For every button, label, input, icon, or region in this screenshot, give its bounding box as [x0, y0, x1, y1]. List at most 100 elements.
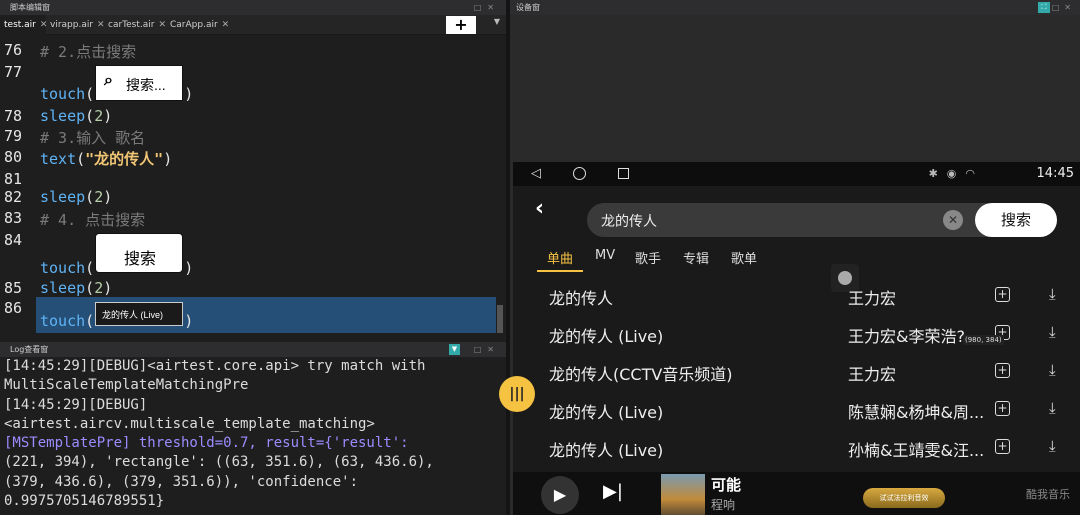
- line-number: 82: [4, 188, 23, 206]
- device-panel-title: 设备窗 ⛶ □✕: [510, 0, 1080, 15]
- editor-title-text: 脚本编辑窗: [10, 3, 50, 12]
- now-playing-title: 可能: [711, 476, 742, 494]
- tab-bar: test.air ✕ virapp.air ✕ carTest.air ✕ CarAp…: [0, 15, 506, 35]
- download-icon[interactable]: ⤓: [1049, 437, 1056, 455]
- app-window: 脚本编辑窗 □✕ test.air ✕ virapp.air ✕ carTest.a…: [0, 0, 1080, 515]
- line-number: 85: [4, 279, 23, 297]
- fullscreen-icon[interactable]: ⛶: [1038, 2, 1050, 13]
- line-number: 83: [4, 209, 23, 227]
- recents-nav-icon[interactable]: [618, 168, 629, 179]
- clear-icon[interactable]: ✕: [943, 210, 963, 230]
- template-thumbnail-search-box[interactable]: ⌕ 搜索...: [95, 65, 183, 101]
- device-title-text: 设备窗: [516, 3, 540, 12]
- tab-mv[interactable]: MV: [595, 248, 615, 263]
- song-title: 龙的传人 (Live): [549, 403, 664, 422]
- log-line: (221, 394), 'rectangle': ((63, 351.6), (…: [4, 454, 434, 471]
- search-button[interactable]: 搜索: [975, 203, 1057, 237]
- tab-songs[interactable]: 单曲: [547, 248, 573, 267]
- play-button[interactable]: ▶: [541, 476, 579, 514]
- add-icon[interactable]: +: [995, 287, 1010, 302]
- status-icons: ✱◉◠: [928, 167, 984, 180]
- line-number: 77: [4, 63, 23, 81]
- home-nav-icon[interactable]: [573, 167, 586, 180]
- chevron-down-icon[interactable]: ▼: [494, 17, 500, 26]
- log-output[interactable]: [14:45:29][DEBUG]<airtest.core.api> try …: [0, 357, 506, 515]
- add-icon[interactable]: +: [995, 401, 1010, 416]
- download-icon[interactable]: ⤓: [1049, 399, 1056, 417]
- song-title: 龙的传人: [549, 289, 614, 308]
- search-bar[interactable]: 龙的传人 ✕ 搜索: [587, 203, 1057, 237]
- close-icon[interactable]: ✕: [158, 20, 166, 30]
- template-thumbnail-song-item[interactable]: 龙的传人 (Live): [95, 302, 183, 326]
- list-item[interactable]: 龙的传人 (Live) 陈慧娴&杨坤&周... + ⤓: [513, 391, 1080, 429]
- log-line: MultiScaleTemplateMatchingPre: [4, 377, 249, 394]
- tab-albums[interactable]: 专辑: [683, 248, 709, 267]
- line-number: 80: [4, 148, 23, 166]
- log-line: [14:45:29][DEBUG]: [4, 396, 148, 413]
- tab-label: carTest.air: [108, 20, 155, 30]
- add-icon[interactable]: +: [995, 363, 1010, 378]
- download-icon[interactable]: ⤓: [1049, 361, 1056, 379]
- back-nav-icon[interactable]: ◁: [531, 166, 541, 181]
- tab-label: test.air: [4, 20, 36, 30]
- list-item[interactable]: 龙的传人(CCTV音乐频道) 王力宏 + ⤓: [513, 353, 1080, 391]
- tab-cartest-air[interactable]: carTest.air ✕: [104, 15, 166, 35]
- panel-controls[interactable]: □✕: [474, 0, 500, 15]
- voice-assistant-icon[interactable]: |||: [499, 376, 535, 412]
- close-icon[interactable]: ✕: [222, 20, 230, 30]
- download-icon[interactable]: ⤓: [1049, 323, 1056, 341]
- code-fn: touch: [40, 312, 86, 330]
- line-number: 79: [4, 127, 23, 145]
- tab-singers[interactable]: 歌手: [635, 248, 661, 267]
- list-item[interactable]: 龙的传人 (Live) 孙楠&王靖雯&汪... + ⤓: [513, 429, 1080, 467]
- android-status-bar: ◁ ✱◉◠ 14:45: [513, 162, 1080, 186]
- tab-virapp-air[interactable]: virapp.air ✕: [46, 15, 105, 35]
- code-editor[interactable]: 76 # 2.点击搜索 77 touch() ⌕ 搜索... 78 sleep(…: [0, 35, 506, 333]
- line-number: 86: [4, 299, 23, 317]
- promo-badge[interactable]: 试试法拉利音效: [863, 488, 945, 508]
- tab-label: CarApp.air: [170, 20, 218, 30]
- code-fn: sleep: [40, 188, 86, 206]
- tab-carapp-air[interactable]: CarApp.air ✕: [166, 15, 230, 35]
- code-string: "龙的传人": [85, 150, 164, 168]
- panel-controls[interactable]: □✕: [474, 342, 500, 357]
- song-artist: 王力宏: [848, 365, 897, 384]
- code-sleep-line: sleep(2): [40, 279, 113, 297]
- search-icon: ⌕: [104, 72, 113, 89]
- thumbnail-label: 龙的传人 (Live): [102, 310, 164, 320]
- code-arg: 2: [94, 188, 104, 206]
- tab-playlists[interactable]: 歌单: [731, 248, 757, 267]
- log-line: <airtest.aircv.multiscale_template_match…: [4, 415, 375, 432]
- song-title: 龙的传人(CCTV音乐频道): [549, 365, 733, 384]
- log-panel-title: Log查看窗 ▼ □✕: [0, 342, 506, 357]
- filter-icon[interactable]: ▼: [449, 344, 460, 355]
- add-icon[interactable]: +: [995, 439, 1010, 454]
- editor-panel-title: 脚本编辑窗 □✕: [0, 0, 506, 15]
- template-thumbnail-search-button[interactable]: 搜索: [95, 233, 183, 273]
- list-item[interactable]: 龙的传人 (Live) 王力宏&李荣浩? + ⤓: [513, 315, 1080, 353]
- code-comment: # 2.点击搜索: [40, 43, 137, 61]
- log-line: 0.9975705146789551}: [4, 493, 165, 510]
- code-sleep-line: sleep(2): [40, 107, 113, 125]
- code-sleep-line: sleep(2): [40, 188, 113, 206]
- code-comment: # 3.输入 歌名: [40, 129, 146, 147]
- editor-panel: 脚本编辑窗 □✕ test.air ✕ virapp.air ✕ carTest.a…: [0, 0, 506, 515]
- log-line: [MSTemplatePre] threshold=0.7, result={'…: [4, 435, 409, 452]
- next-track-icon[interactable]: ▶|: [603, 481, 623, 502]
- device-screen[interactable]: ◁ ✱◉◠ 14:45 ‹ 龙的传人 ✕ 搜索 单曲 MV 歌手 专辑 歌单 龙…: [499, 162, 1080, 515]
- list-item[interactable]: 龙的传人 王力宏 + ⤓: [513, 277, 1080, 315]
- code-arg: 2: [94, 279, 104, 297]
- line-number: 81: [4, 170, 23, 188]
- panel-controls[interactable]: □✕: [1052, 0, 1076, 15]
- search-input[interactable]: 龙的传人: [601, 211, 657, 231]
- editor-scrollbar[interactable]: [497, 305, 503, 333]
- back-arrow-icon[interactable]: ‹: [535, 196, 544, 221]
- tab-label: virapp.air: [50, 20, 94, 30]
- code-fn: touch: [40, 259, 86, 277]
- album-cover[interactable]: [661, 474, 705, 515]
- tab-test-air[interactable]: test.air ✕: [0, 15, 47, 35]
- active-tab-underline: [537, 270, 583, 272]
- line-number: 78: [4, 107, 23, 125]
- new-tab-button[interactable]: +: [446, 16, 476, 34]
- download-icon[interactable]: ⤓: [1049, 285, 1056, 303]
